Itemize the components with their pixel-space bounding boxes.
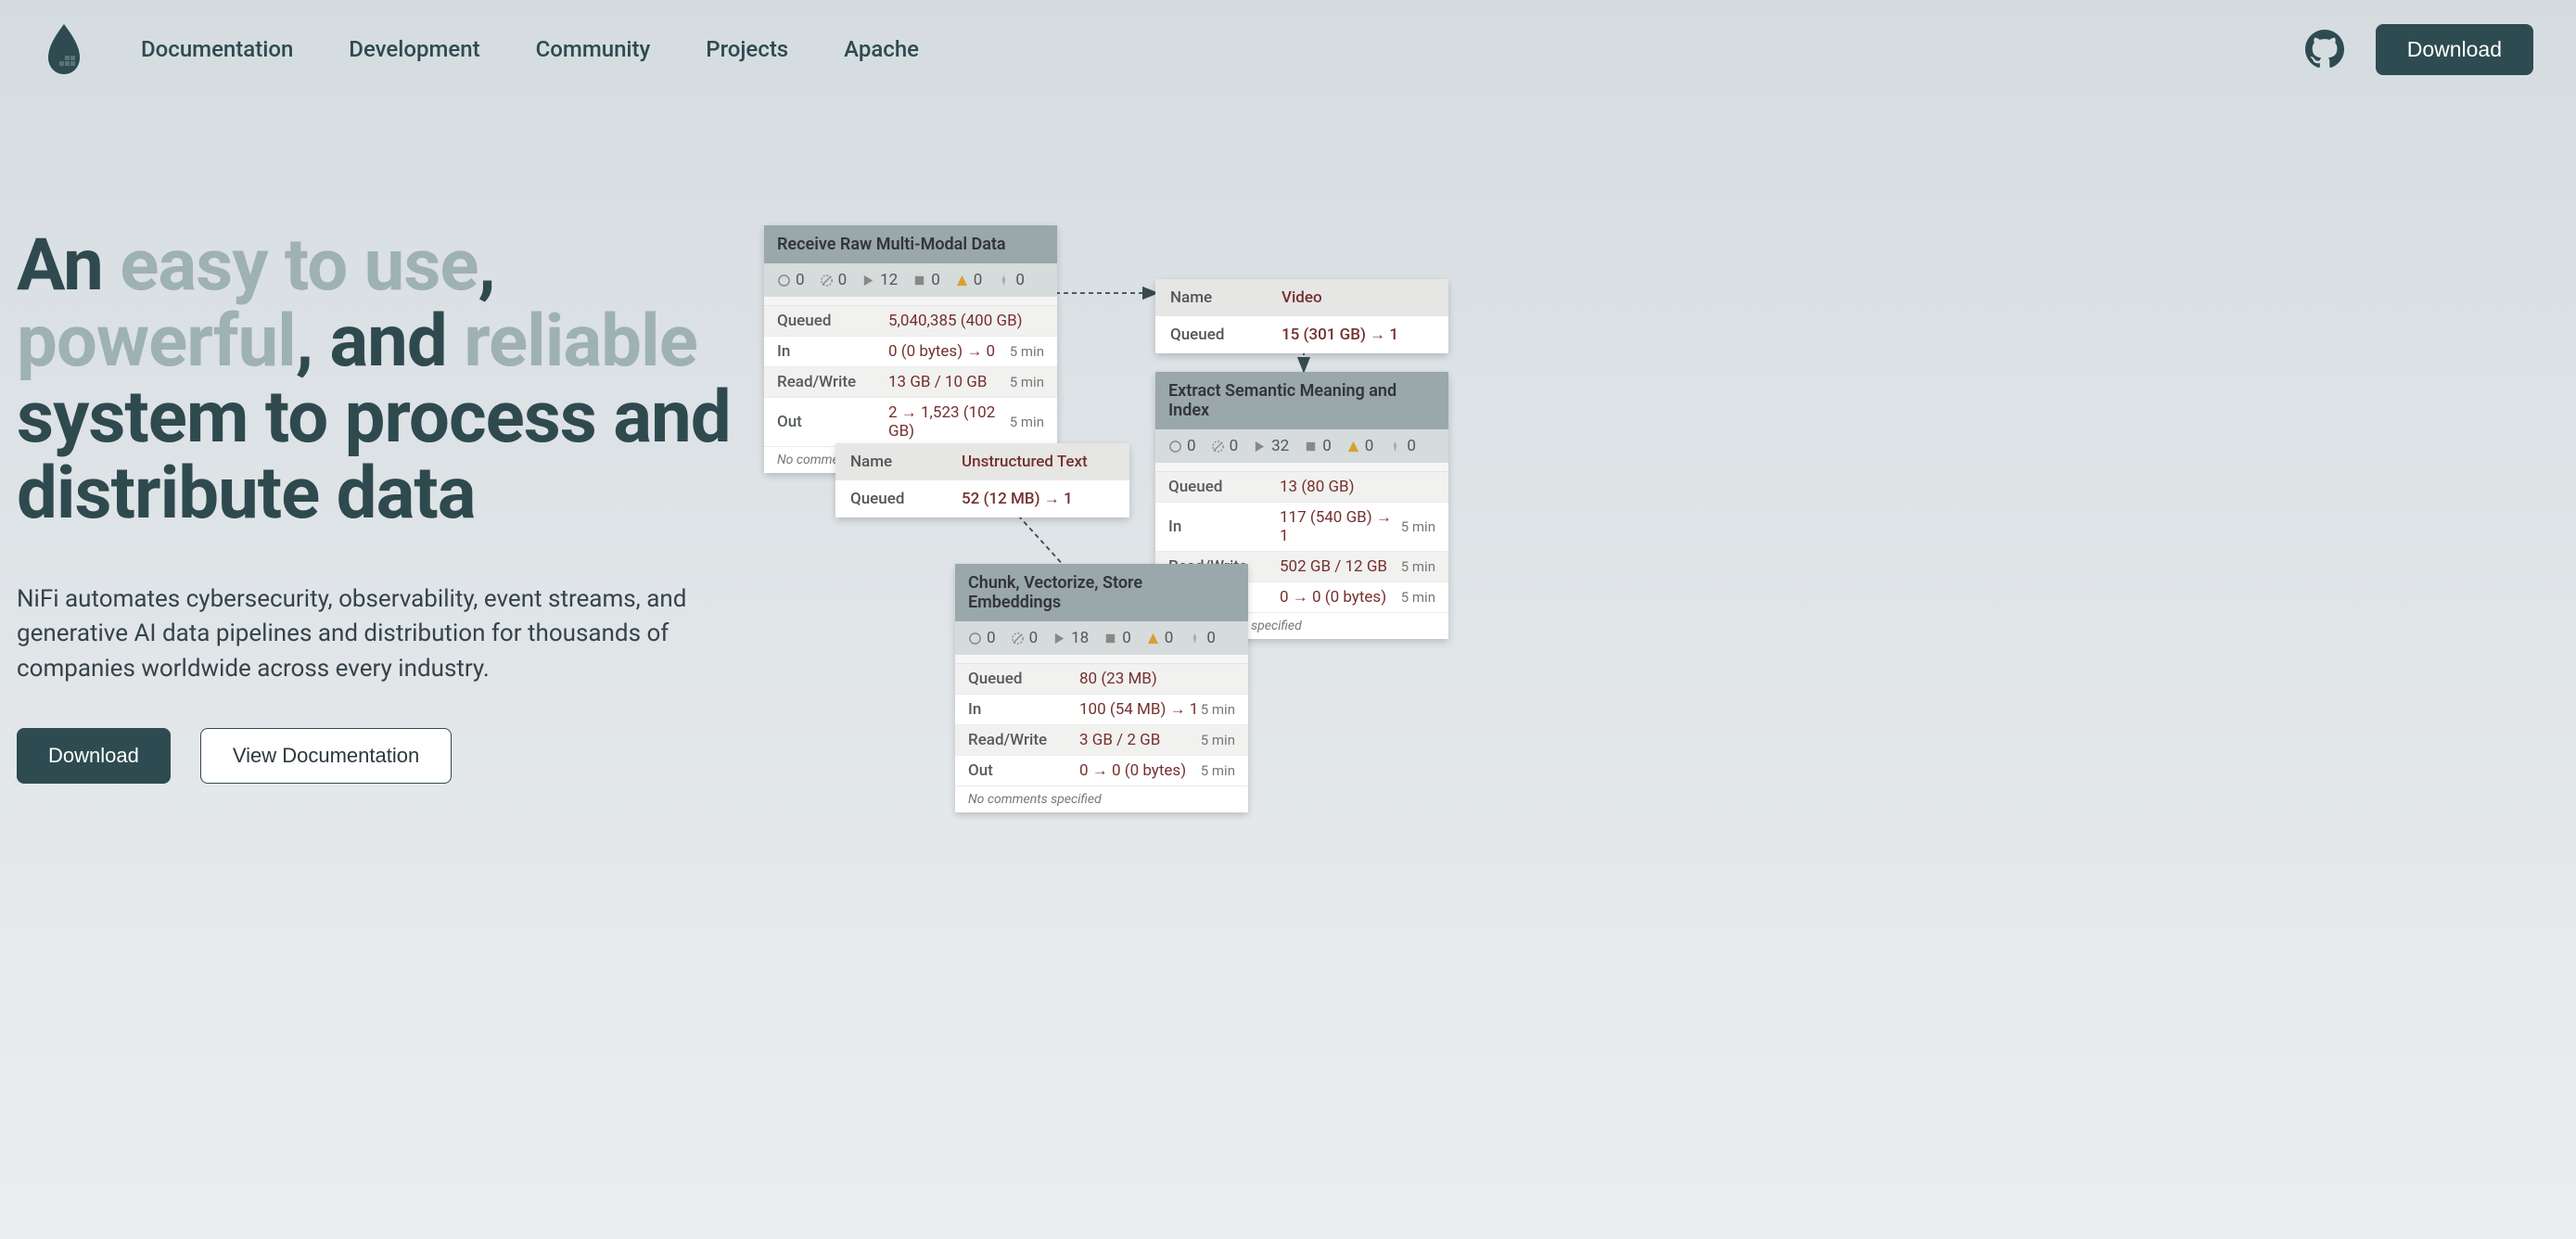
nav-documentation[interactable]: Documentation: [141, 36, 293, 62]
nav-community[interactable]: Community: [536, 36, 651, 62]
nav-apache[interactable]: Apache: [844, 36, 919, 62]
view-docs-button[interactable]: View Documentation: [200, 728, 452, 784]
download-button[interactable]: Download: [17, 728, 171, 784]
connection-card-video: NameVideo Queued15 (301 GB) → 1: [1155, 279, 1448, 353]
download-button-header[interactable]: Download: [2376, 24, 2533, 75]
stat-bar: 0 0 32 0 0 0: [1155, 429, 1448, 463]
flow-diagram: Receive Raw Multi-Modal Data 0 0 12 0 0 …: [749, 200, 2559, 784]
stat-bar: 0 0 12 0 0 0: [764, 263, 1057, 297]
stat-bar: 0 0 18 0 0 0: [955, 621, 1248, 655]
processor-card-receive: Receive Raw Multi-Modal Data 0 0 12 0 0 …: [764, 225, 1057, 473]
nav-projects[interactable]: Projects: [706, 36, 788, 62]
github-icon[interactable]: [2305, 30, 2344, 69]
card-title: Receive Raw Multi-Modal Data: [764, 225, 1057, 263]
card-title: Extract Semantic Meaning and Index: [1155, 372, 1448, 429]
connection-card-text: NameUnstructured Text Queued52 (12 MB) →…: [835, 443, 1129, 517]
main-nav: Documentation Development Community Proj…: [141, 36, 919, 62]
nav-development[interactable]: Development: [349, 36, 479, 62]
hero-subtitle: NiFi automates cybersecurity, observabil…: [17, 582, 731, 687]
nifi-logo[interactable]: [43, 22, 85, 76]
processor-card-chunk: Chunk, Vectorize, Store Embeddings 0 0 1…: [955, 564, 1248, 812]
hero-title: An easy to use, powerful, and reliable s…: [17, 228, 731, 532]
card-title: Chunk, Vectorize, Store Embeddings: [955, 564, 1248, 621]
